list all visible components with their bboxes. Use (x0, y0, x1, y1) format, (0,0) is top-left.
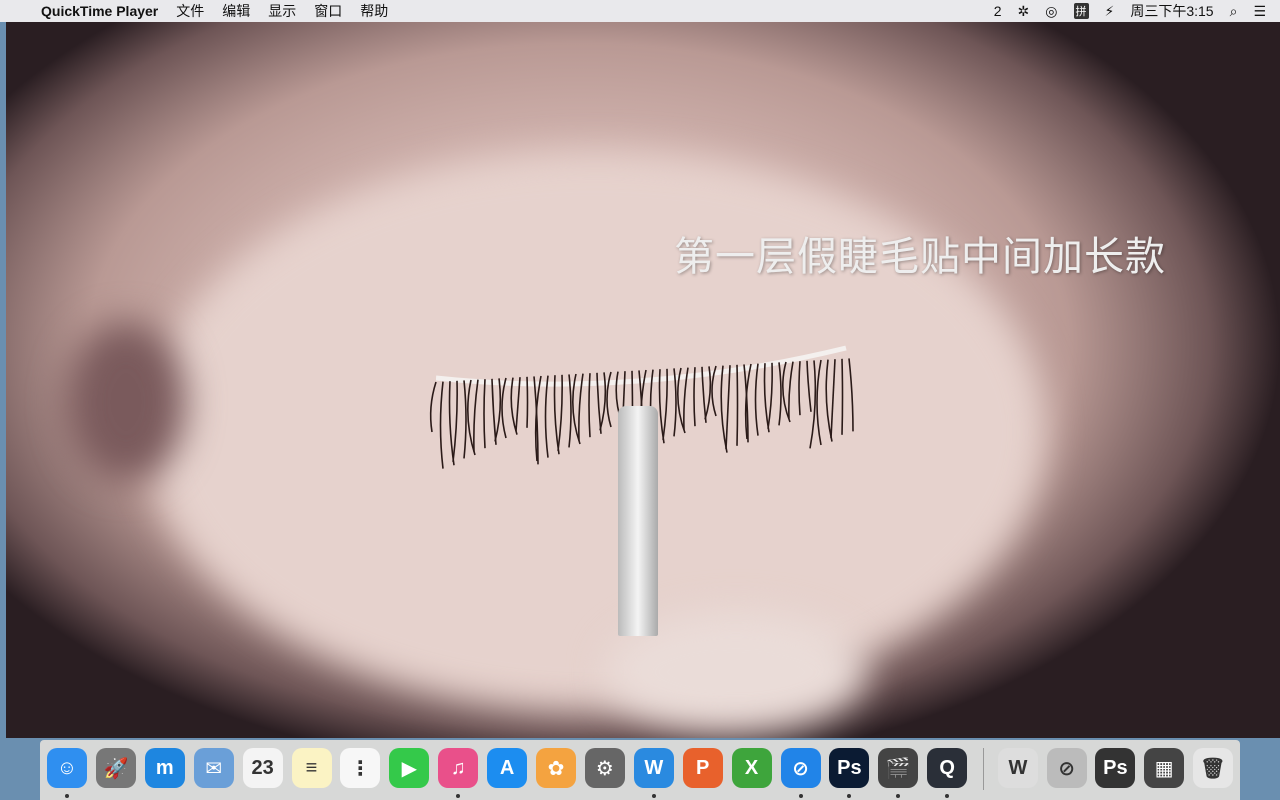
running-indicator (945, 794, 950, 798)
dock-separator (983, 748, 984, 790)
dock-photoshop-window-icon[interactable]: Ps (1095, 748, 1136, 788)
running-indicator (798, 794, 803, 798)
battery-icon[interactable]: ⚡ (1097, 3, 1123, 20)
video-player[interactable]: 第一层假睫毛贴中间加长款 (6, 22, 1280, 738)
running-indicator (456, 794, 461, 798)
dock-notes-icon[interactable]: ≡ (291, 748, 332, 788)
video-subtitle: 第一层假睫毛贴中间加长款 (674, 234, 1166, 280)
running-indicator (65, 794, 69, 798)
menu-view[interactable]: 显示 (259, 1, 305, 21)
clock[interactable]: 周三下午3:15 (1122, 1, 1221, 21)
dock-facetime-icon[interactable]: ▶ (389, 748, 430, 788)
dock-app-store-icon[interactable]: A (487, 748, 528, 788)
running-indicator (651, 794, 656, 798)
dock-photoshop-icon[interactable]: Ps (829, 748, 870, 788)
dock: ☺ 🚀 m ✉ 23 ≡ ⋮ ▶ ♫ A ✿ ⚙ W P X ⊘ Ps 🎬 Q W ⊘ Ps ▦ 🗑 (40, 740, 1240, 800)
dock-safari-window-icon[interactable]: ⊘ (1046, 748, 1087, 788)
running-indicator (896, 794, 901, 798)
dock-final-cut-window-icon[interactable]: ▦ (1144, 748, 1185, 788)
dock-finder-icon[interactable]: ☺ (47, 748, 87, 788)
dock-powerpoint-icon[interactable]: P (682, 748, 723, 788)
dock-itunes-icon[interactable]: ♫ (438, 748, 479, 788)
menu-file[interactable]: 文件 (167, 1, 213, 21)
dock-word-window-icon[interactable]: W (998, 748, 1038, 788)
dock-word-icon[interactable]: W (633, 748, 674, 788)
bluetooth-icon[interactable]: ✲ (1010, 3, 1038, 20)
spotlight-search-icon[interactable]: ⌕ (1222, 3, 1246, 20)
dock-reminders-icon[interactable]: ⋮ (340, 748, 381, 788)
dock-excel-icon[interactable]: X (731, 748, 772, 788)
menu-window[interactable]: 窗口 (305, 1, 351, 21)
dock-trash-icon[interactable]: 🗑 (1192, 748, 1233, 788)
dock-final-cut-pro-icon[interactable]: 🎬 (878, 748, 919, 788)
dock-maxthon-icon[interactable]: m (144, 748, 185, 788)
notification-center-icon[interactable]: ☰ (1245, 3, 1280, 20)
menu-app-name[interactable]: QuickTime Player (32, 3, 167, 19)
dock-mail-icon[interactable]: ✉ (193, 748, 234, 788)
tweezers-image (618, 406, 658, 636)
dock-system-preferences-icon[interactable]: ⚙ (584, 748, 625, 788)
dock-calendar-icon[interactable]: 23 (242, 748, 283, 788)
video-shadow-left (66, 322, 186, 482)
wifi-icon[interactable]: ◎ (1037, 3, 1065, 20)
adobe-icon[interactable]: 2 (986, 3, 1010, 19)
dock-quicktime-player-icon[interactable]: Q (927, 748, 968, 788)
dock-launchpad-icon[interactable]: 🚀 (95, 748, 136, 788)
menu-bar: QuickTime Player 文件 编辑 显示 窗口 帮助 2 ✲ ◎ 拼 … (0, 0, 1280, 22)
running-indicator (847, 794, 852, 798)
dock-photos-icon[interactable]: ✿ (536, 748, 576, 788)
input-method-icon[interactable]: 拼 (1073, 3, 1089, 19)
menu-help[interactable]: 帮助 (351, 1, 397, 21)
menu-edit[interactable]: 编辑 (213, 1, 259, 21)
dock-safari-icon[interactable]: ⊘ (780, 748, 821, 788)
